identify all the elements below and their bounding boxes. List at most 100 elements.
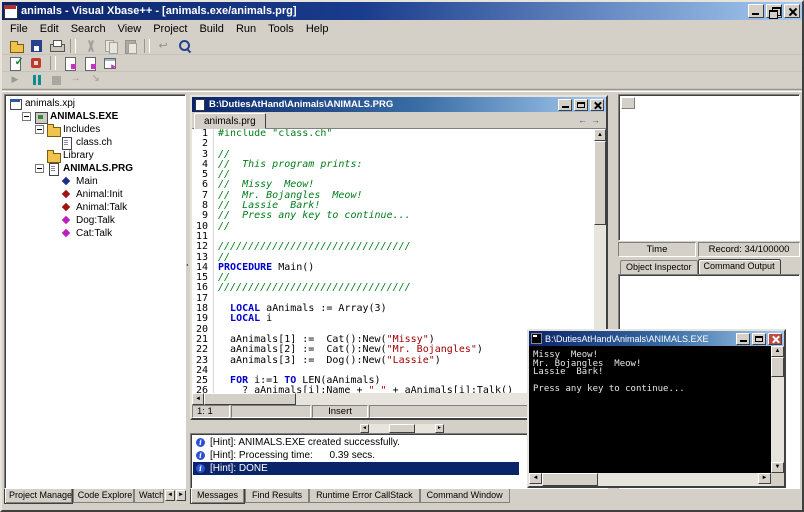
- menu-item-tools[interactable]: Tools: [262, 22, 300, 36]
- save-button[interactable]: [26, 38, 46, 54]
- paste-icon: [123, 39, 138, 53]
- menu-item-help[interactable]: Help: [300, 22, 335, 36]
- editor-close-button[interactable]: [590, 99, 604, 111]
- build-exe-icon: [83, 56, 98, 70]
- console-titlebar[interactable]: B:\DutiesAtHand\Animals\ANIMALS.EXE: [529, 331, 784, 346]
- scroll-thumb[interactable]: [594, 141, 606, 225]
- compile-button[interactable]: [6, 55, 26, 71]
- folder-icon: [47, 150, 61, 162]
- link-button[interactable]: [60, 55, 80, 71]
- scroll-up-button[interactable]: ▲: [594, 129, 606, 141]
- scroll-left-button[interactable]: ◄: [529, 473, 542, 484]
- tab-messages[interactable]: Messages: [190, 489, 245, 504]
- code-line: 9// Press any key to continue...: [192, 211, 594, 221]
- step-over-button[interactable]: [66, 72, 86, 88]
- tab-scroll-right-button[interactable]: ►: [176, 490, 186, 501]
- menu-item-edit[interactable]: Edit: [34, 22, 65, 36]
- editor-minimize-button[interactable]: [558, 99, 572, 111]
- menu-item-search[interactable]: Search: [65, 22, 112, 36]
- scroll-right-button[interactable]: ►: [435, 424, 444, 433]
- console-minimize-button[interactable]: [736, 333, 750, 345]
- tree-item-animal-init[interactable]: Animal:Init: [5, 188, 185, 201]
- tab-object-inspector[interactable]: Object Inspector: [620, 260, 698, 274]
- tab-command-output[interactable]: Command Output: [698, 259, 781, 274]
- stop-button[interactable]: [46, 72, 66, 88]
- console-vertical-scrollbar[interactable]: ▲ ▼: [771, 346, 784, 473]
- editor-maximize-button[interactable]: [574, 99, 588, 111]
- scroll-down-button[interactable]: ▼: [771, 462, 784, 473]
- message-row[interactable]: i[Hint]: DONE: [193, 462, 519, 475]
- mdi-horizontal-scrollbar[interactable]: ◄ ►: [360, 424, 444, 433]
- tree-item-dog-talk[interactable]: Dog:Talk: [5, 214, 185, 227]
- scroll-right-button[interactable]: ►: [758, 473, 771, 484]
- scroll-up-button[interactable]: ▲: [771, 346, 784, 357]
- editor-titlebar[interactable]: B:\DutiesAtHand\Animals\ANIMALS.PRG: [192, 97, 606, 112]
- tree-item-animals-xpj[interactable]: animals.xpj: [5, 97, 185, 110]
- code-line: 2: [192, 139, 594, 149]
- console-horizontal-scrollbar[interactable]: ◄ ►: [529, 473, 771, 486]
- tree-item-animal-talk[interactable]: Animal:Talk: [5, 201, 185, 214]
- step-into-button[interactable]: [86, 72, 106, 88]
- scroll-thumb[interactable]: [204, 393, 296, 405]
- menu-item-view[interactable]: View: [112, 22, 148, 36]
- scroll-thumb[interactable]: [771, 357, 784, 377]
- build-exe-button[interactable]: [80, 55, 100, 71]
- tab-project-manager[interactable]: Project Manager: [4, 489, 73, 504]
- document-icon: [194, 99, 205, 110]
- nav-forward-button[interactable]: →: [589, 114, 602, 127]
- paste-button[interactable]: [120, 38, 140, 54]
- record-cell: Record: 34/100000: [698, 242, 800, 257]
- tab-watch[interactable]: Watch: [134, 489, 164, 503]
- find-button[interactable]: [174, 38, 194, 54]
- print-button[interactable]: [46, 38, 66, 54]
- tree-item-animals-prg[interactable]: ANIMALS.PRG: [5, 162, 185, 175]
- window-titlebar[interactable]: animals - Visual Xbase++ - [animals.exe/…: [2, 2, 802, 20]
- scroll-left-button[interactable]: ◄: [360, 424, 369, 433]
- project-tree: animals.xpjANIMALS.EXEIncludesclass.ch Li…: [4, 94, 186, 489]
- scroll-left-button[interactable]: ◄: [192, 393, 204, 405]
- menu-item-run[interactable]: Run: [230, 22, 262, 36]
- tab-runtime-error-callstack[interactable]: Runtime Error CallStack: [309, 489, 420, 503]
- output-tabs: MessagesFind ResultsRuntime Error CallSt…: [190, 489, 510, 504]
- tree-item-label: class.ch: [74, 137, 114, 148]
- debug-run-icon: [9, 73, 24, 87]
- tree-expander-icon[interactable]: [35, 125, 44, 134]
- tree-item-animals-exe[interactable]: ANIMALS.EXE: [5, 110, 185, 123]
- tree-item-label: Library: [61, 150, 96, 161]
- tab-code-explorer[interactable]: Code Explorer: [73, 489, 134, 503]
- tab-command-window[interactable]: Command Window: [420, 489, 510, 503]
- menu-item-project[interactable]: Project: [147, 22, 193, 36]
- scroll-thumb[interactable]: [389, 424, 415, 433]
- tab-scroll-left-button[interactable]: ◄: [165, 490, 175, 501]
- debug-run-button[interactable]: [6, 72, 26, 88]
- cursor-position: 1: 1: [192, 405, 230, 418]
- tree-expander-icon[interactable]: [22, 112, 31, 121]
- tree-item-library[interactable]: Library: [5, 149, 185, 162]
- minimize-button[interactable]: [748, 4, 764, 18]
- console-close-button[interactable]: [768, 333, 782, 345]
- scroll-thumb[interactable]: [542, 473, 598, 486]
- tree-expander-icon[interactable]: [35, 164, 44, 173]
- close-button[interactable]: [784, 4, 800, 18]
- menu-item-file[interactable]: File: [4, 22, 34, 36]
- open-file-button[interactable]: [6, 38, 26, 54]
- build-button[interactable]: [26, 55, 46, 71]
- tab-animals-prg[interactable]: animals.prg: [194, 113, 266, 129]
- run-project-button[interactable]: [100, 55, 120, 71]
- open-file-icon: [9, 39, 24, 53]
- restore-button[interactable]: [766, 4, 782, 18]
- menu-item-build[interactable]: Build: [193, 22, 229, 36]
- tab-find-results[interactable]: Find Results: [245, 489, 309, 503]
- pause-button[interactable]: [26, 72, 46, 88]
- message-text: [Hint]: ANIMALS.EXE created successfully…: [210, 436, 400, 449]
- cut-button[interactable]: [80, 38, 100, 54]
- console-output[interactable]: Missy Meow!Mr. Bojangles Meow!Lassie Bar…: [529, 346, 771, 473]
- tree-item-cat-talk[interactable]: Cat:Talk: [5, 227, 185, 240]
- tree-item-main[interactable]: Main: [5, 175, 185, 188]
- undo-button[interactable]: [154, 38, 174, 54]
- copy-button[interactable]: [100, 38, 120, 54]
- tree-item-class-ch[interactable]: class.ch: [5, 136, 185, 149]
- console-maximize-button[interactable]: [752, 333, 766, 345]
- nav-back-button[interactable]: ←: [576, 114, 589, 127]
- tree-item-includes[interactable]: Includes: [5, 123, 185, 136]
